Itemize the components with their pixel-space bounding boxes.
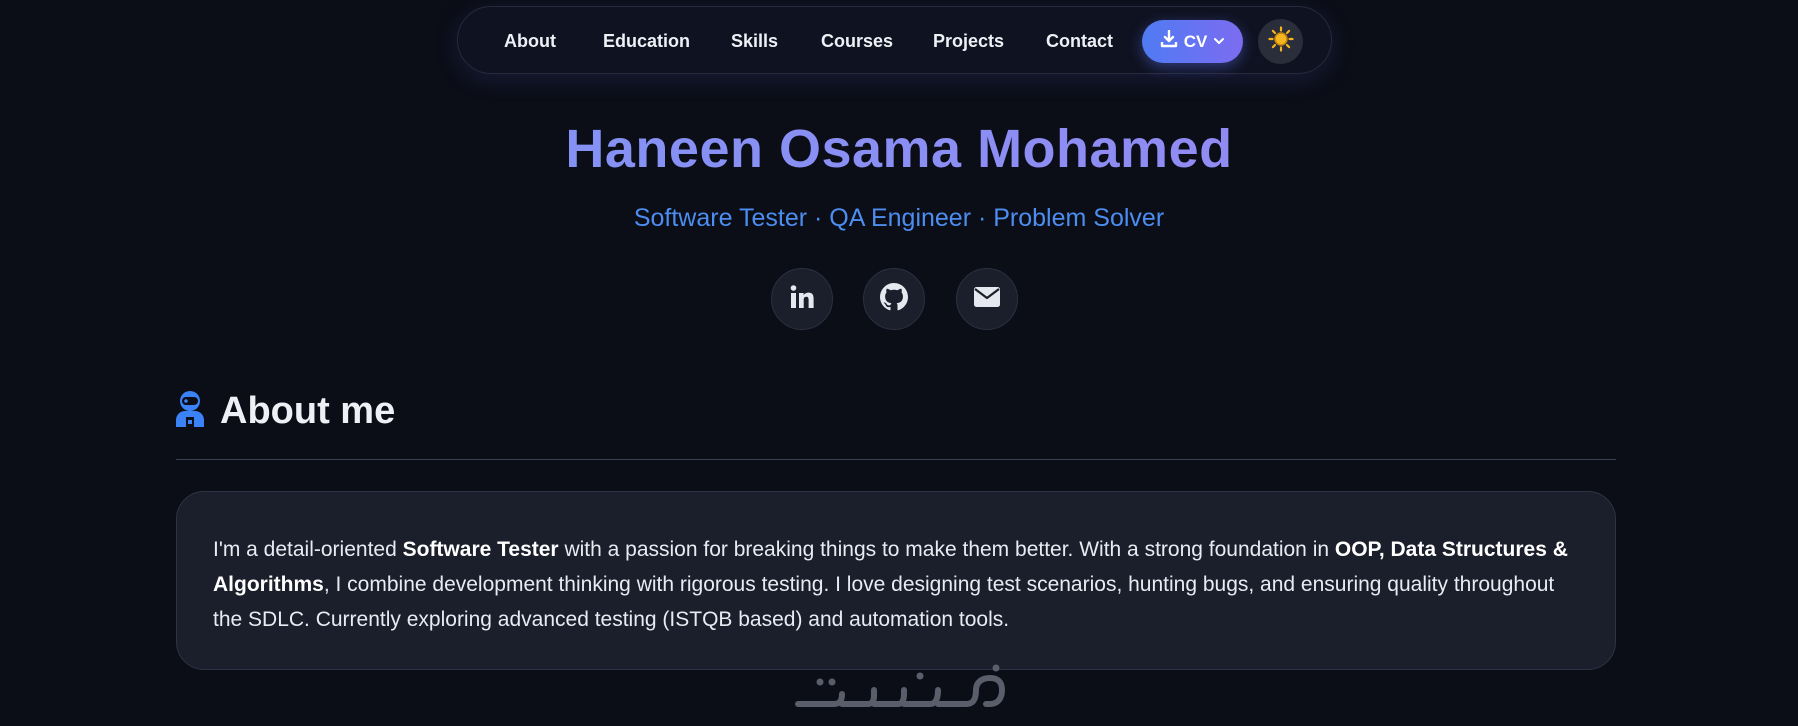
- about-card: I'm a detail-oriented Software Tester wi…: [176, 491, 1616, 670]
- about-bold-role: Software Tester: [402, 538, 559, 561]
- theme-toggle-button[interactable]: [1258, 19, 1303, 64]
- download-icon: [1160, 29, 1178, 53]
- email-link[interactable]: [956, 268, 1018, 330]
- top-navbar: About Education Skills Courses Projects …: [457, 6, 1332, 74]
- about-text-1: I'm a detail-oriented: [213, 538, 403, 561]
- github-link[interactable]: [863, 268, 925, 330]
- nav-projects[interactable]: Projects: [933, 7, 1004, 75]
- envelope-icon: [973, 286, 1001, 313]
- nav-education[interactable]: Education: [603, 7, 690, 75]
- about-text-3: , I combine development thinking with ri…: [213, 573, 1555, 631]
- about-text-2: with a passion for breaking things to ma…: [558, 538, 1335, 561]
- linkedin-link[interactable]: [771, 268, 833, 330]
- about-section-header: About me: [174, 390, 395, 433]
- nav-skills[interactable]: Skills: [731, 7, 778, 75]
- cv-label: CV: [1183, 31, 1208, 51]
- nav-about[interactable]: About: [504, 7, 556, 75]
- linkedin-icon: [789, 284, 815, 315]
- github-icon: [880, 282, 908, 316]
- cv-download-button[interactable]: CV: [1142, 20, 1243, 63]
- chevron-down-icon: [1213, 32, 1225, 52]
- hero-name: Haneen Osama Mohamed: [0, 118, 1798, 180]
- astronaut-icon: [174, 390, 206, 433]
- sun-icon: [1267, 26, 1294, 57]
- about-title: About me: [220, 390, 396, 432]
- nav-courses[interactable]: Courses: [821, 7, 893, 75]
- nav-contact[interactable]: Contact: [1046, 7, 1113, 75]
- section-divider: [176, 459, 1616, 460]
- watermark-logo: [790, 660, 1010, 721]
- hero-subtitle: Software Tester · QA Engineer · Problem …: [633, 204, 1165, 232]
